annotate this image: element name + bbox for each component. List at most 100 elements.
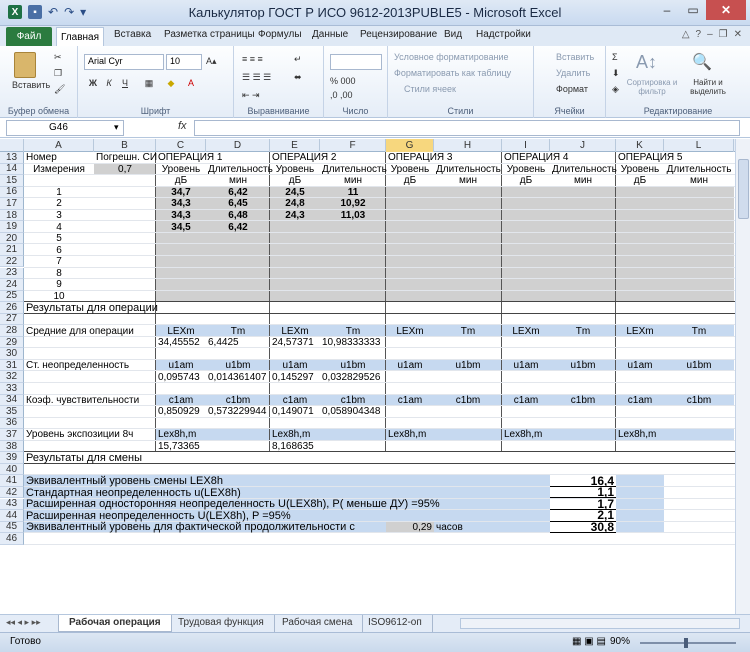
cell-l28[interactable]: Tm: [664, 325, 734, 337]
cell-c14[interactable]: Уровень: [156, 164, 206, 176]
cell-k15[interactable]: дБ: [616, 175, 664, 187]
row-header-25[interactable]: 25: [0, 290, 24, 303]
cell-b14[interactable]: 0,7: [94, 164, 156, 176]
column-header-e[interactable]: E: [270, 139, 320, 152]
cell-h34[interactable]: c1bm: [434, 395, 502, 407]
cell-c32[interactable]: 0,095743: [156, 371, 206, 383]
row-header-31[interactable]: 31: [0, 360, 24, 372]
insert-cells-button[interactable]: Вставить: [556, 52, 594, 62]
row-header-43[interactable]: 43: [0, 498, 24, 511]
cell-c38[interactable]: 15,73365: [156, 441, 206, 453]
cell-a20[interactable]: 5: [24, 233, 94, 245]
cell-g37[interactable]: Lex8h,m: [386, 429, 434, 441]
cell-j14[interactable]: Длительность: [550, 164, 619, 176]
column-header-g[interactable]: G: [386, 139, 434, 152]
scrollbar-thumb[interactable]: [738, 159, 749, 219]
sheet-tab-4[interactable]: ISO9612-оп: [358, 615, 433, 632]
cell-d29[interactable]: 6,4425: [206, 337, 270, 349]
copy-icon[interactable]: ❐: [54, 68, 62, 79]
row-header-26[interactable]: 26: [0, 302, 24, 314]
column-header-i[interactable]: I: [502, 139, 550, 152]
workbook-restore-icon[interactable]: ❐: [719, 29, 728, 40]
cell-a39[interactable]: Результаты для смены: [24, 452, 144, 464]
cell-j34[interactable]: c1bm: [550, 395, 616, 407]
cell-f14[interactable]: Длительность: [320, 164, 389, 176]
bold-button[interactable]: Ж: [86, 78, 100, 90]
cell-g28[interactable]: LEXm: [386, 325, 434, 337]
row-header-21[interactable]: 21: [0, 244, 24, 256]
row-header-33[interactable]: 33: [0, 383, 24, 395]
cell-a41[interactable]: Эквивалентный уровень смены LEX8h: [24, 475, 225, 487]
cell-a22[interactable]: 7: [24, 256, 94, 268]
cell-a44[interactable]: Расширенная неопределенность U(LEX8h), P…: [24, 510, 293, 522]
cell-l15[interactable]: мин: [664, 175, 734, 187]
underline-button[interactable]: Ч: [118, 78, 132, 90]
italic-button[interactable]: К: [102, 78, 116, 90]
cell-a19[interactable]: 4: [24, 221, 94, 233]
cell-f35[interactable]: 0,058904348: [320, 406, 386, 418]
zoom-slider[interactable]: [640, 642, 736, 644]
cut-icon[interactable]: ✂: [54, 52, 62, 63]
cell-g34[interactable]: c1am: [386, 395, 434, 407]
cell-f32[interactable]: 0,032829526: [320, 371, 386, 383]
cell-d32[interactable]: 0,014361407: [206, 371, 270, 383]
cell-f31[interactable]: u1bm: [320, 360, 386, 372]
insert-function-icon[interactable]: fx: [178, 120, 187, 132]
row-header-32[interactable]: 32: [0, 371, 24, 383]
cell-g14[interactable]: Уровень: [386, 164, 434, 176]
cell-k34[interactable]: c1am: [616, 395, 664, 407]
cell-j31[interactable]: u1bm: [550, 360, 616, 372]
cell-e15[interactable]: дБ: [270, 175, 320, 187]
cell-d35[interactable]: 0,573229944: [206, 406, 270, 418]
cell-e32[interactable]: 0,145297: [270, 371, 320, 383]
grow-font-icon[interactable]: A▴: [206, 56, 217, 67]
cell-e13[interactable]: ОПЕРАЦИЯ 2: [270, 152, 338, 164]
cell-f15[interactable]: мин: [320, 175, 386, 187]
vertical-scrollbar[interactable]: [735, 139, 750, 614]
cell-i14[interactable]: Уровень: [502, 164, 550, 176]
cell-c19[interactable]: 34,5: [156, 221, 206, 233]
clear-icon[interactable]: ◈: [612, 84, 619, 95]
column-header-d[interactable]: D: [206, 139, 270, 152]
zoom-level[interactable]: 90%: [610, 636, 630, 647]
row-header-36[interactable]: 36: [0, 417, 24, 430]
cell-k37[interactable]: Lex8h,m: [616, 429, 664, 441]
format-cells-button[interactable]: Формат: [556, 84, 588, 94]
cell-e35[interactable]: 0,149071: [270, 406, 320, 418]
row-header-38[interactable]: 38: [0, 441, 24, 453]
cell-j28[interactable]: Tm: [550, 325, 616, 337]
cell-f29[interactable]: 10,98333333: [320, 337, 386, 349]
worksheet-grid[interactable]: 13 Номер Погрешн. СИ ОПЕРАЦИЯ 1 ОПЕРАЦИЯ 2 ОП…: [0, 152, 735, 614]
cell-c35[interactable]: 0,850929: [156, 406, 206, 418]
cell-a17[interactable]: 2: [24, 198, 94, 210]
sort-filter-icon[interactable]: A↕: [636, 52, 657, 73]
cell-a14[interactable]: Измерения: [24, 164, 94, 176]
paste-button[interactable]: Вставить: [12, 80, 50, 90]
cell-f34[interactable]: c1bm: [320, 395, 386, 407]
number-format-select[interactable]: [330, 54, 382, 70]
find-icon[interactable]: 🔍: [692, 52, 712, 72]
cell-e16[interactable]: 24,5: [270, 187, 320, 199]
workbook-minimize-icon[interactable]: –: [707, 29, 713, 40]
tab-insert[interactable]: Вставка: [114, 29, 151, 40]
minimize-ribbon-icon[interactable]: △: [682, 29, 690, 40]
merge-icon[interactable]: ⬌: [294, 72, 302, 83]
cell-i15[interactable]: дБ: [502, 175, 550, 187]
percent-icon[interactable]: % 000: [330, 76, 356, 86]
cell-l34[interactable]: c1bm: [664, 395, 734, 407]
cell-a21[interactable]: 6: [24, 244, 94, 256]
cell-e31[interactable]: u1am: [270, 360, 320, 372]
find-select-button[interactable]: Найти и выделить: [684, 78, 732, 96]
align-top-icon[interactable]: ≡ ≡ ≡: [242, 54, 263, 64]
row-header-27[interactable]: 27: [0, 313, 24, 326]
row-header-39[interactable]: 39: [0, 452, 24, 464]
tab-review[interactable]: Рецензирование: [360, 29, 437, 40]
tab-home[interactable]: Главная: [56, 27, 104, 46]
row-header-14[interactable]: 14: [0, 163, 24, 176]
cell-e14[interactable]: Уровень: [270, 164, 320, 176]
cell-a42[interactable]: Стандартная неопределенность u(LEX8h): [24, 487, 243, 499]
cell-c28[interactable]: LEXm: [156, 325, 206, 337]
row-header-35[interactable]: 35: [0, 406, 24, 418]
row-header-13[interactable]: 13: [0, 152, 24, 164]
cell-e38[interactable]: 8,168635: [270, 441, 320, 453]
